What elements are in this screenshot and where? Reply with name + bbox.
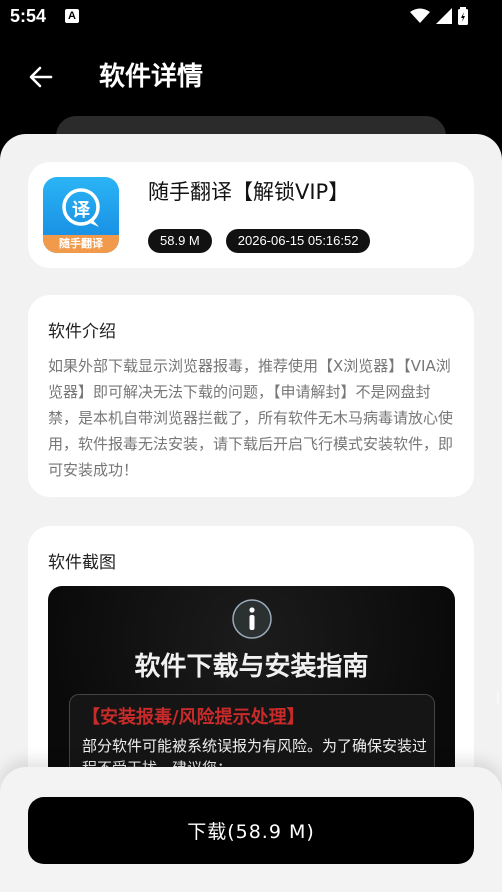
header: 软件详情 (0, 34, 502, 120)
screenshot-heading: 软件下载与安装指南 (134, 652, 369, 682)
date-badge: 2026-06-15 05:16:52 (225, 229, 371, 253)
app-icon: 译 随手翻译 (43, 177, 119, 253)
app-icon-glyph: 译 (72, 200, 90, 221)
status-bar: 5:54 A (0, 0, 502, 34)
app-name: 随手翻译【解锁VIP】 (148, 180, 350, 204)
status-icons (410, 7, 468, 25)
screenshots-title: 软件截图 (48, 553, 116, 573)
app-meta: 58.9 M 2026-06-15 05:16:52 (148, 229, 371, 253)
intro-card: 软件介绍 如果外部下载显示浏览器报毒，推荐使用【X浏览器】【VIA浏览器】即可解… (28, 295, 474, 497)
app-icon-caption: 随手翻译 (59, 237, 103, 250)
battery-icon (458, 7, 468, 25)
back-arrow-icon (29, 66, 53, 88)
back-button[interactable] (22, 58, 60, 96)
signal-icon (436, 8, 452, 24)
page-title: 软件详情 (99, 62, 204, 92)
size-badge: 58.9 M (148, 229, 212, 253)
screenshot-warning-title: 【安装报毒/风险提示处理】 (82, 707, 305, 728)
info-icon (232, 599, 272, 639)
download-button[interactable]: 下载(58.9 M) (28, 797, 474, 864)
intro-title: 软件介绍 (48, 322, 116, 342)
edge-handle: | (496, 690, 501, 704)
status-time: 5:54 (10, 6, 47, 26)
bottom-bar: 下载(58.9 M) (0, 767, 502, 892)
notification-icon: A (65, 9, 79, 23)
intro-text: 如果外部下载显示浏览器报毒，推荐使用【X浏览器】【VIA浏览器】即可解决无法下载… (48, 357, 454, 479)
wifi-icon (410, 8, 430, 23)
app-info-card: 译 随手翻译 随手翻译【解锁VIP】 58.9 M 2026-06-15 05:… (28, 162, 474, 268)
